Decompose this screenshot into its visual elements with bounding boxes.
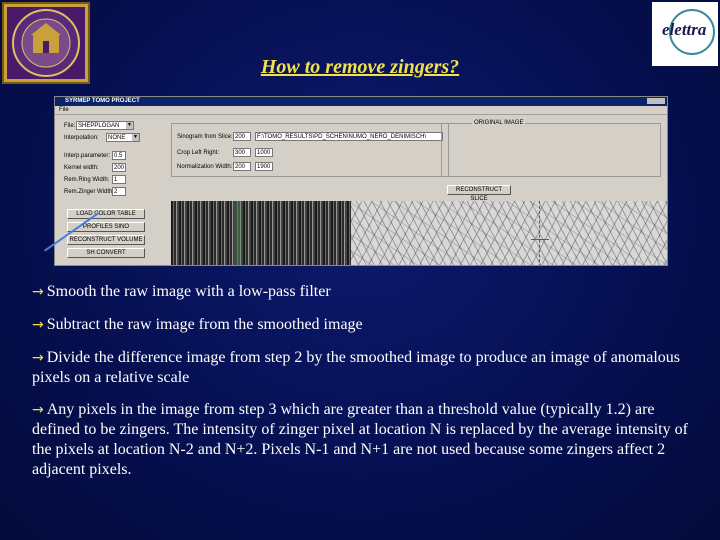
load-color-table-button[interactable]: LOAD COLOR TABLE [67,209,145,219]
crop-left-input[interactable]: 300 [233,148,251,157]
slice-input[interactable]: 200 [233,132,251,141]
arrow-right-icon: → [32,317,44,333]
bullet-text: Smooth the raw image with a low-pass fil… [46,283,331,300]
bullet-text: Divide the difference image from step 2 … [32,349,681,386]
file-row: File: SHEPPLOGAN ▼ [62,121,162,131]
slice-label: Sinogram from Slice: [177,134,233,140]
bullet-item: → Any pixels in the image from step 3 whi… [32,400,698,480]
norm-input[interactable]: 200 [233,162,251,171]
zinger-label: Rem.Zinger Width: [64,189,115,195]
window-controls[interactable] [647,98,665,104]
original-image-caption: ORIGINAL IMAGE [472,120,526,126]
slide-title: How to remove zingers? [260,56,460,78]
ring-row: Rem.Ring Width: 1 [62,175,162,185]
cursor-line [539,201,541,265]
norm-right-input[interactable]: 1900 [255,162,273,171]
file-label: File: [64,123,76,129]
arrow-right-icon: → [32,284,44,300]
kernel-input[interactable]: 200 [112,163,126,172]
arrow-right-icon: → [32,402,44,418]
interp-dropdown-value: NONE [108,135,126,141]
app-window-screenshot: SYRMEP TOMO PROJECT File File: SHEPPLOGA… [54,96,668,266]
param-row: Interp.parameter: 0.5 [62,151,162,161]
arrow-right-icon: → [32,350,44,366]
interp-label: Interpolation: [64,135,99,141]
original-image-frame: ORIGINAL IMAGE [441,120,661,177]
file-dropdown[interactable]: SHEPPLOGAN ▼ [76,121,134,130]
param-label: Interp.parameter: [64,153,111,159]
reconstruct-volume-button[interactable]: RECONSTRUCT VOLUME [67,235,145,245]
menu-bar: File [55,106,667,115]
menu-file[interactable]: File [59,107,69,113]
path-input[interactable]: F:\TOMO_RESULTS\PD_SCHEN\NUMO_NERO_DENIM… [255,132,443,141]
sinogram-image [171,201,667,265]
ring-label: Rem.Ring Width: [64,177,110,183]
window-title: SYRMEP TOMO PROJECT [65,98,140,104]
interp-dropdown[interactable]: NONE ▼ [106,133,140,142]
chevron-down-icon: ▼ [132,134,139,141]
bullet-item: → Divide the difference image from step 2… [32,348,698,388]
file-dropdown-value: SHEPPLOGAN [78,123,120,129]
zinger-row: Rem.Zinger Width: 2 [62,187,162,197]
sinogram-params-frame: Sinogram from Slice: 200 F:\TOMO_RESULTS… [171,123,449,177]
crop-row: Crop Left Right: 300 1000 [175,148,445,158]
kernel-row: Kernel width: 200 [62,163,162,173]
bullet-item: → Smooth the raw image with a low-pass fi… [32,282,698,302]
elettra-logo-text: elettra [662,20,707,39]
slice-row: Sinogram from Slice: 200 F:\TOMO_RESULTS… [175,132,445,142]
bullet-text: Subtract the raw image from the smoothed… [46,316,363,333]
crop-label: Crop Left Right: [177,150,220,156]
crop-right-input[interactable]: 1000 [255,148,273,157]
zinger-input[interactable]: 2 [112,187,126,196]
chevron-down-icon: ▼ [126,122,133,129]
param-input[interactable]: 0.5 [112,151,126,160]
window-title-bar: SYRMEP TOMO PROJECT [55,97,667,106]
reconstruct-slice-button[interactable]: RECONSTRUCT SLICE [447,185,511,202]
kernel-label: Kernel width: [64,165,99,171]
bullet-text: Any pixels in the image from step 3 whic… [32,401,688,478]
left-panel: File: SHEPPLOGAN ▼ Interpolation: NONE ▼… [59,119,169,259]
bullet-item: → Subtract the raw image from the smoothe… [32,315,698,335]
cursor-mark [531,239,549,240]
norm-row: Normalization Width: 200 1900 [175,162,445,172]
sh-convert-button[interactable]: SH CONVERT [67,248,145,258]
ring-input[interactable]: 1 [112,175,126,184]
norm-label: Normalization Width: [177,164,233,170]
interp-row: Interpolation: NONE ▼ [62,133,162,143]
sinogram-detail [351,201,667,265]
